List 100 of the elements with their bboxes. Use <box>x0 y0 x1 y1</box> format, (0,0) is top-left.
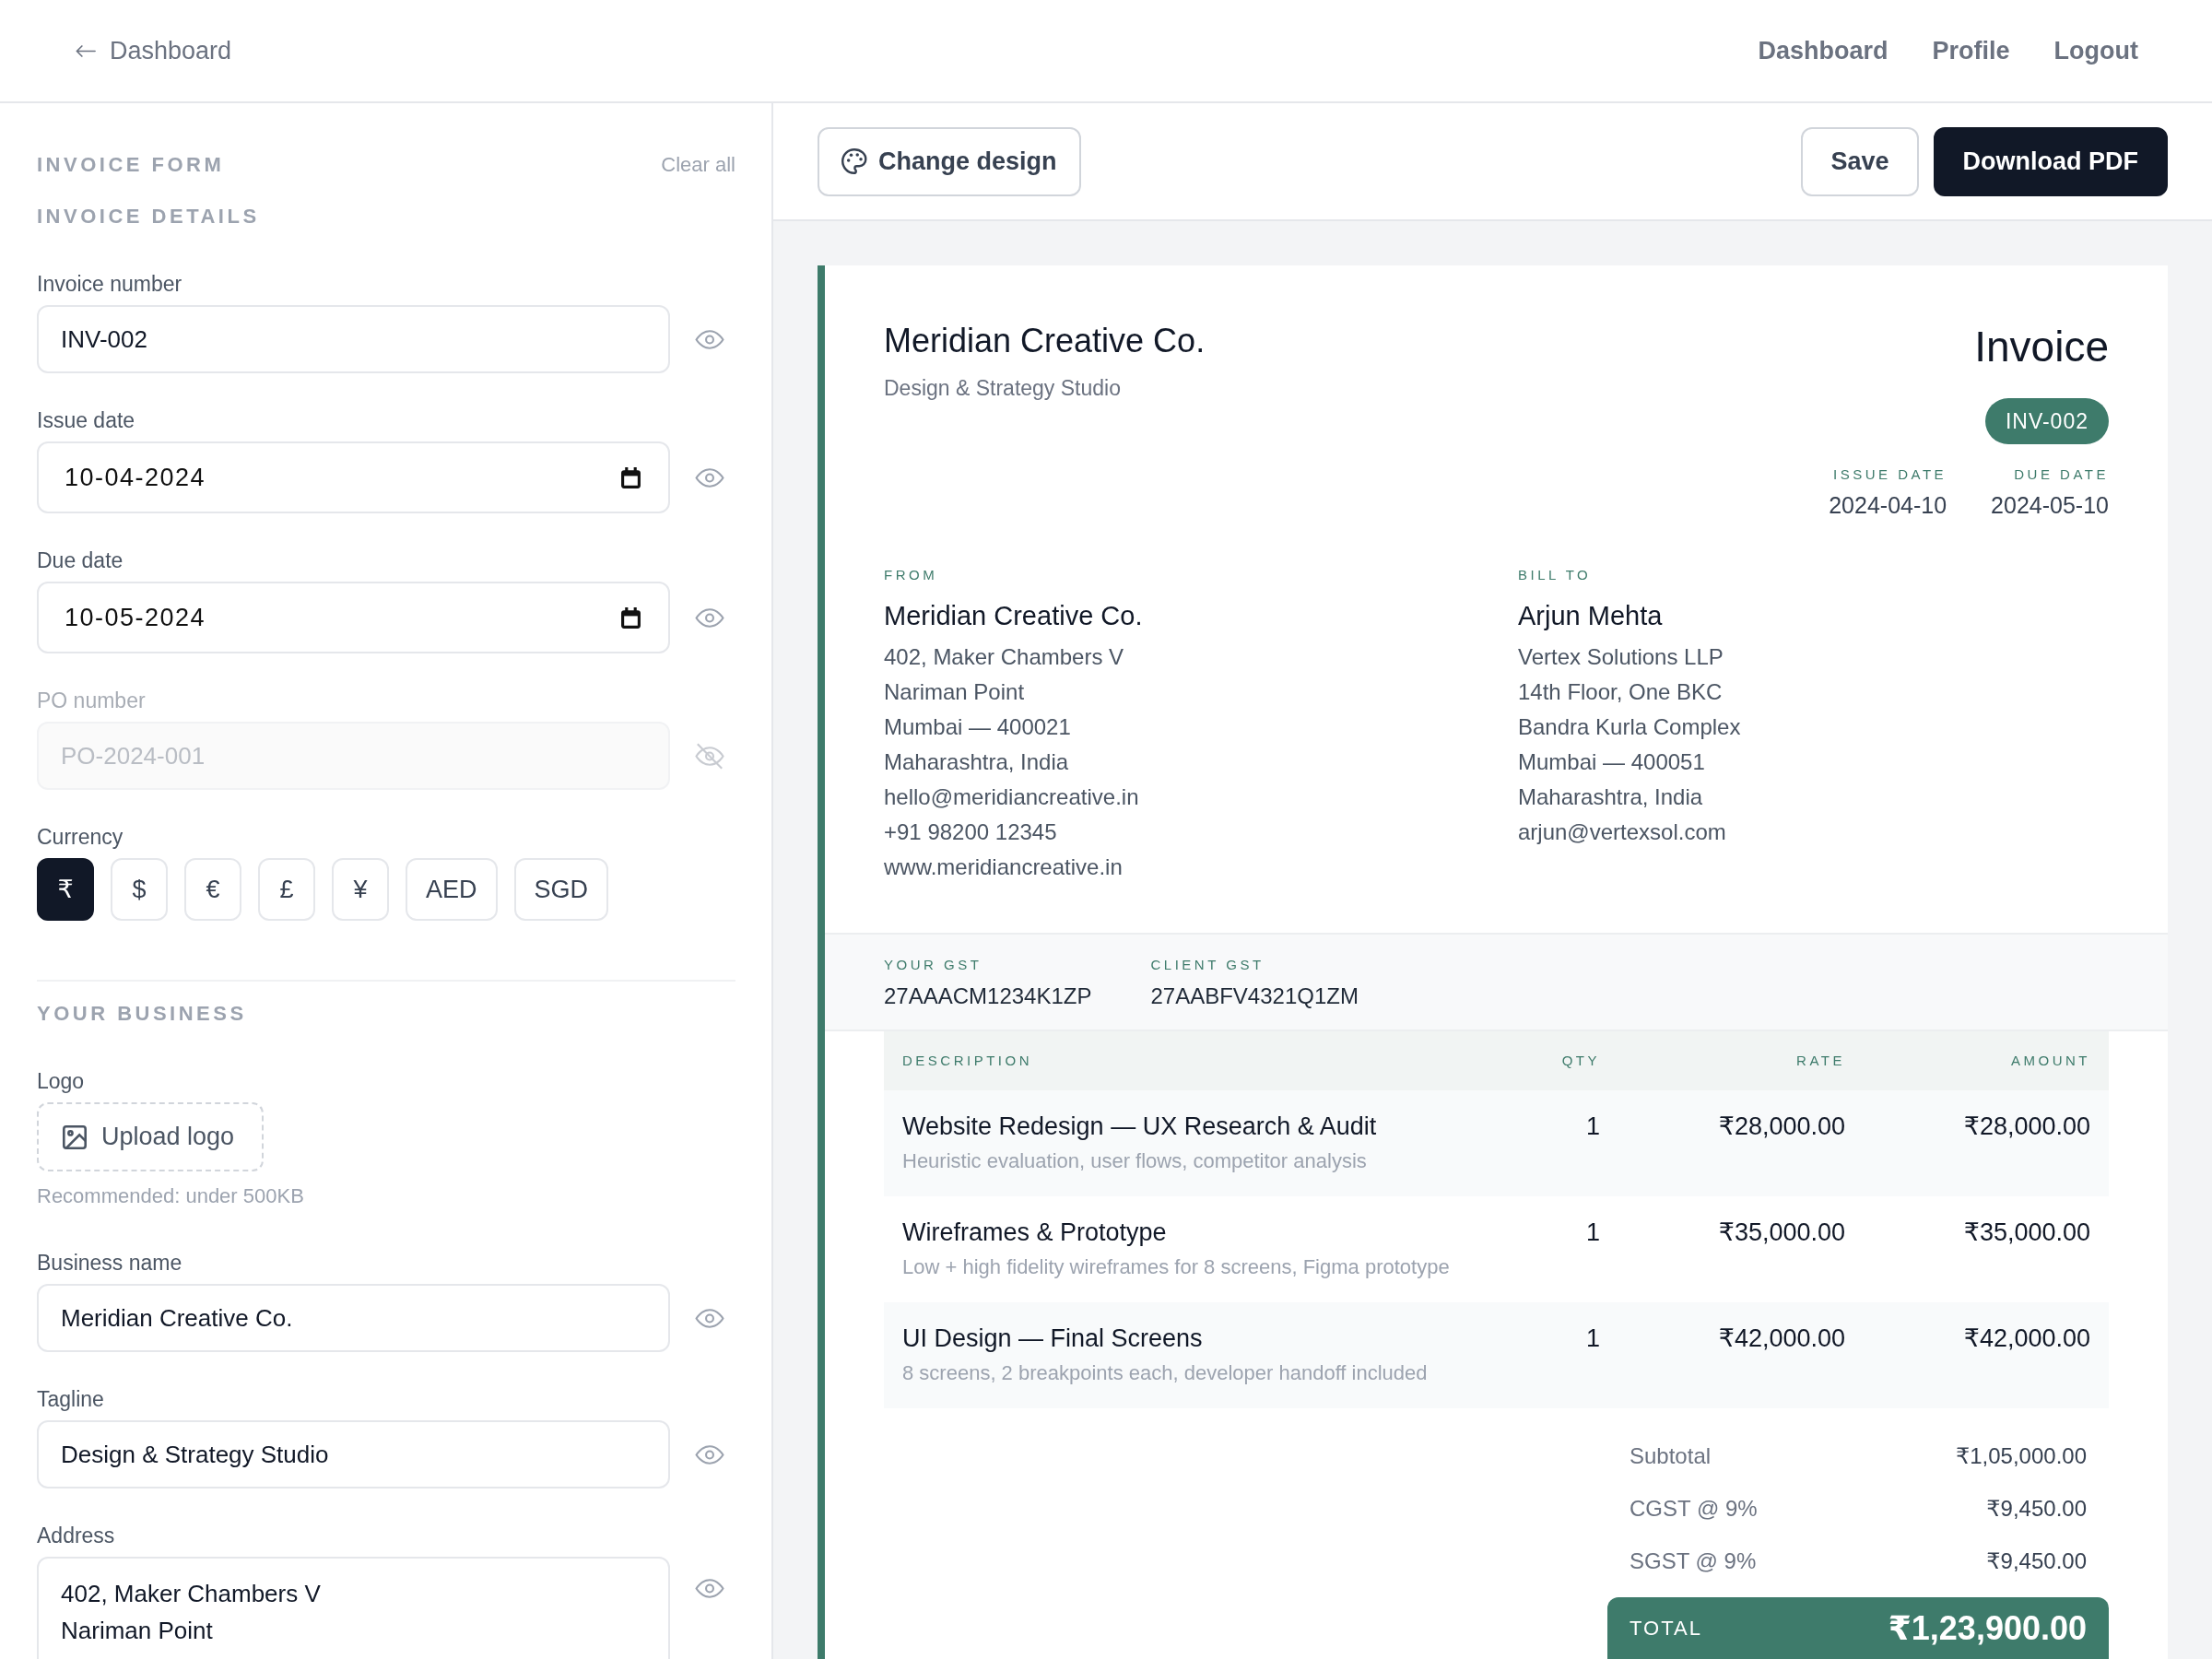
currency-option[interactable]: SGD <box>513 858 609 921</box>
party-label: FROM <box>884 567 939 583</box>
currency-option[interactable]: € <box>184 858 241 921</box>
eye-icon[interactable] <box>695 1444 724 1465</box>
summary-label: Subtotal <box>1630 1442 1712 1469</box>
currency-option[interactable]: $ <box>111 858 168 921</box>
date-label: ISSUE DATE <box>1833 466 1947 483</box>
party-label: BILL TO <box>1518 567 1593 583</box>
hint-text: Recommended: under 500KB <box>37 1184 305 1208</box>
change-design-button[interactable]: Change design <box>818 126 1081 196</box>
gst-number: 27AABFV4321Q1ZM <box>1150 982 1359 1010</box>
gst-label: CLIENT GST <box>1150 957 1265 973</box>
total-amount: ₹1,23,900.00 <box>1888 1610 2087 1647</box>
date-field[interactable]: 10-05-2024 <box>37 582 670 653</box>
eye-icon[interactable] <box>695 607 724 628</box>
field-label: Currency <box>37 824 124 850</box>
address-line: Mumbai — 400051 <box>1518 748 1706 776</box>
party-name: Meridian Creative Co. <box>884 600 1144 632</box>
address-line: Mumbai — 400021 <box>884 713 1072 741</box>
save-button[interactable]: Save <box>1801 126 1919 196</box>
address-field[interactable]: 402, Maker Chambers V Nariman Point <box>37 1557 670 1659</box>
item-title: Wireframes & Prototype <box>902 1218 1168 1248</box>
field-label: Due date <box>37 547 124 573</box>
amount-cell-text: ₹28,000.00 <box>1962 1112 2090 1142</box>
address-line: hello@meridiancreative.in <box>884 783 1140 811</box>
field-label: Logo <box>37 1068 86 1094</box>
item-title: UI Design — Final Screens <box>902 1324 1204 1354</box>
eye-off-icon[interactable] <box>695 742 724 770</box>
business-tagline: Design & Strategy Studio <box>884 375 1122 402</box>
qty-cell-text: 1 <box>1584 1112 1600 1142</box>
field-label: Tagline <box>37 1386 105 1412</box>
section-heading: INVOICE DETAILS <box>37 205 261 229</box>
form-title: INVOICE FORM <box>37 153 225 177</box>
currency-option[interactable]: £ <box>258 858 315 921</box>
rate-cell-text: ₹35,000.00 <box>1717 1218 1845 1248</box>
currency-option[interactable]: ₹ <box>37 858 94 921</box>
address-line: Nariman Point <box>884 678 1026 706</box>
address-line: Maharashtra, India <box>1518 783 1704 811</box>
column-heading: QTY <box>1560 1053 1600 1069</box>
qty-cell-text: 1 <box>1584 1218 1600 1248</box>
eye-icon[interactable] <box>695 1579 724 1598</box>
item-details: Low + high fidelity wireframes for 8 screens, Figma prototype <box>902 1254 1451 1280</box>
date-label: DUE DATE <box>2014 466 2109 483</box>
rate-cell-text: ₹42,000.00 <box>1717 1324 1845 1354</box>
summary-value: ₹9,450.00 <box>1986 1547 2087 1574</box>
item-details: 8 screens, 2 breakpoints each, developer handoff included <box>902 1360 1429 1386</box>
image-icon <box>63 1124 87 1149</box>
nav-link[interactable]: Profile <box>1932 36 2010 65</box>
summary-value: ₹1,05,000.00 <box>1955 1442 2087 1469</box>
nav-link[interactable]: Logout <box>2053 36 2138 65</box>
address-line: 402, Maker Chambers V <box>884 643 1125 671</box>
date-value: 2024-04-10 <box>1829 491 1947 519</box>
gst-label: YOUR GST <box>884 957 983 973</box>
section-heading: YOUR BUSINESS <box>37 1002 248 1026</box>
invoice-number-badge: INV-002 <box>1984 398 2109 444</box>
item-title: Website Redesign — UX Research & Audit <box>902 1112 1378 1142</box>
text-field[interactable]: INV-002 <box>37 305 670 373</box>
invoice-title: Invoice <box>1974 322 2109 372</box>
date-value: 2024-05-10 <box>1991 491 2109 519</box>
field-label: Issue date <box>37 407 136 433</box>
column-heading: RATE <box>1795 1053 1845 1069</box>
party-name: Arjun Mehta <box>1518 600 1664 632</box>
column-heading: DESCRIPTION <box>902 1053 1033 1069</box>
text-field[interactable]: Meridian Creative Co. <box>37 1284 670 1352</box>
address-line: Bandra Kurla Complex <box>1518 713 1742 741</box>
calendar-icon[interactable] <box>621 466 641 488</box>
text-field[interactable]: Design & Strategy Studio <box>37 1420 670 1488</box>
back-link[interactable]: Dashboard <box>76 36 232 65</box>
address-line: arjun@vertexsol.com <box>1518 818 1727 846</box>
upload-logo-button[interactable]: Upload logo <box>37 1102 265 1171</box>
address-line: Vertex Solutions LLP <box>1518 643 1724 671</box>
gst-number: 27AAACM1234K1ZP <box>884 982 1092 1010</box>
currency-option[interactable]: ¥ <box>332 858 389 921</box>
calendar-icon[interactable] <box>621 606 641 629</box>
qty-cell-text: 1 <box>1584 1324 1600 1354</box>
column-heading: AMOUNT <box>2010 1053 2090 1069</box>
field-label: Business name <box>37 1250 183 1276</box>
rate-cell-text: ₹28,000.00 <box>1717 1112 1845 1142</box>
amount-cell-text: ₹35,000.00 <box>1962 1218 2090 1248</box>
field-label: Invoice number <box>37 271 183 297</box>
business-name: Meridian Creative Co. <box>884 321 1206 361</box>
total-label: TOTAL <box>1630 1616 1702 1641</box>
nav-link[interactable]: Dashboard <box>1758 36 1888 65</box>
field-label: PO number <box>37 688 147 713</box>
arrow-left-icon <box>76 44 96 57</box>
eye-icon[interactable] <box>695 467 724 488</box>
download-pdf-button[interactable]: Download PDF <box>1933 126 2168 196</box>
address-line: www.meridiancreative.in <box>884 853 1124 881</box>
summary-value: ₹9,450.00 <box>1986 1495 2087 1522</box>
field-label: Address <box>37 1523 116 1548</box>
address-line: +91 98200 12345 <box>884 818 1058 846</box>
summary-label: SGST @ 9% <box>1630 1547 1757 1574</box>
palette-icon <box>841 148 867 174</box>
address-line: Maharashtra, India <box>884 748 1070 776</box>
amount-cell-text: ₹42,000.00 <box>1962 1324 2090 1354</box>
eye-icon[interactable] <box>695 1308 724 1328</box>
item-details: Heuristic evaluation, user flows, competitor analysis <box>902 1148 1368 1174</box>
currency-option[interactable]: AED <box>406 858 498 921</box>
eye-icon[interactable] <box>695 329 724 349</box>
date-field[interactable]: 10-04-2024 <box>37 441 670 513</box>
